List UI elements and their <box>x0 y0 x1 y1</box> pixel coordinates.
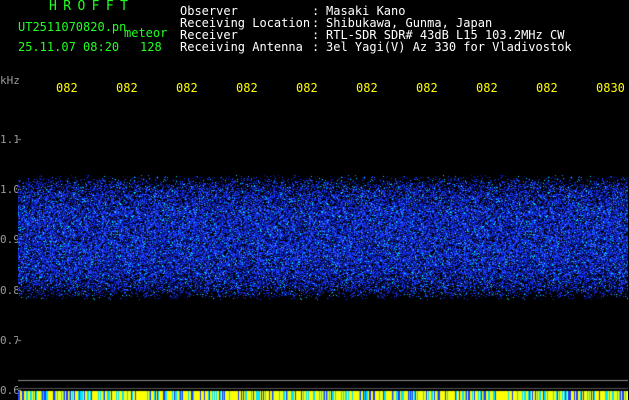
date-time: 25.11.07 08:20 <box>18 40 120 54</box>
x-tick-label: 082 <box>56 81 78 95</box>
spectrogram-heatmap <box>18 99 628 400</box>
x-tick-label: 082 <box>416 81 438 95</box>
x-tick-label: 082 <box>116 81 138 95</box>
y-tick-label: 0.8 <box>0 283 20 297</box>
meta-label-antenna: Receiving Antenna <box>180 40 303 54</box>
y-tick-label: 0.7 <box>0 333 20 347</box>
frame-count: 128 <box>140 40 162 54</box>
file-name: UT2511070820.pn <box>18 20 127 34</box>
y-tick-label: 1.0 <box>0 183 20 197</box>
meta-value-antenna: 3el Yagi(V) Az 330 for Vladivostok <box>326 40 572 54</box>
file-tag: meteor <box>124 26 168 40</box>
meta-colon: : <box>312 40 320 54</box>
x-tick-label: 082 <box>356 81 378 95</box>
x-tick-label: 082 <box>236 81 258 95</box>
app-brand: HROFFT <box>49 0 135 14</box>
x-tick-label: 082 <box>176 81 198 95</box>
y-tick-label: 0.9 <box>0 233 20 247</box>
x-tick-label: 0830 <box>596 81 625 95</box>
y-tick-label: 0.6 <box>0 383 20 397</box>
x-tick-label: 082 <box>536 81 558 95</box>
y-axis-label: kHz <box>0 74 20 87</box>
x-tick-label: 082 <box>476 81 498 95</box>
x-tick-label: 082 <box>296 81 318 95</box>
y-tick-label: 1.1 <box>0 133 20 147</box>
